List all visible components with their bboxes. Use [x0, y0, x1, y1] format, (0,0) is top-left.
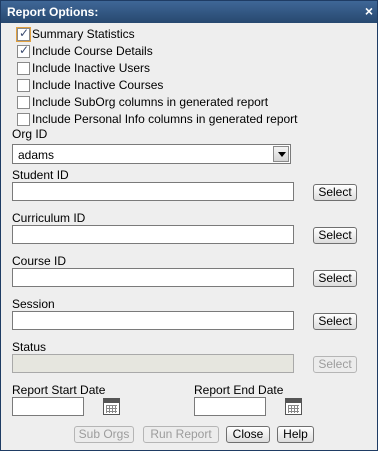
report-end-date-label: Report End Date — [194, 383, 284, 397]
student-id-label: Student ID — [12, 168, 69, 182]
checkbox-summary-statistics[interactable] — [16, 26, 31, 42]
student-id-input[interactable] — [12, 182, 294, 201]
option-include-suborg-columns[interactable]: Include SubOrg columns in generated repo… — [17, 94, 268, 110]
curriculum-select-button[interactable]: Select — [313, 227, 357, 244]
org-id-value: adams — [18, 148, 55, 162]
option-summary-statistics[interactable]: Summary Statistics — [16, 26, 135, 42]
curriculum-id-input[interactable] — [12, 225, 294, 244]
option-include-inactive-users[interactable]: Include Inactive Users — [17, 60, 150, 76]
close-icon[interactable]: × — [365, 3, 373, 19]
checkbox-include-inactive-courses[interactable] — [17, 78, 30, 92]
report-start-date-input[interactable] — [12, 397, 84, 416]
checkbox-include-suborg-columns[interactable] — [17, 95, 30, 109]
option-label: Include Inactive Users — [32, 61, 151, 75]
curriculum-id-label: Curriculum ID — [12, 211, 86, 225]
checkbox-include-inactive-users[interactable] — [17, 61, 30, 75]
report-start-date-label: Report Start Date — [12, 383, 106, 397]
start-date-calendar-icon[interactable] — [103, 398, 120, 415]
dialog-title: Report Options: — [7, 5, 99, 19]
status-input — [12, 354, 294, 373]
session-input[interactable] — [12, 311, 294, 330]
title-bar[interactable]: Report Options: × — [1, 1, 377, 23]
status-select-button: Select — [313, 356, 357, 373]
session-select-button[interactable]: Select — [313, 313, 357, 330]
chevron-down-icon[interactable] — [273, 146, 289, 162]
close-button[interactable]: Close — [226, 426, 270, 443]
end-date-calendar-icon[interactable] — [285, 398, 302, 415]
course-id-label: Course ID — [12, 254, 67, 268]
org-id-select[interactable]: adams — [12, 144, 291, 164]
option-label: Include Personal Info columns in generat… — [32, 112, 298, 126]
org-id-label: Org ID — [12, 127, 48, 141]
course-id-input[interactable] — [12, 268, 294, 287]
option-label: Include Course Details — [32, 44, 153, 58]
sub-orgs-button: Sub Orgs — [74, 426, 134, 443]
course-select-button[interactable]: Select — [313, 270, 357, 287]
run-report-button: Run Report — [143, 426, 219, 443]
option-label: Summary Statistics — [32, 27, 135, 41]
session-label: Session — [12, 297, 55, 311]
checkbox-include-personal-info-columns[interactable] — [17, 112, 30, 126]
help-button[interactable]: Help — [277, 426, 314, 443]
option-label: Include SubOrg columns in generated repo… — [32, 95, 269, 109]
report-end-date-input[interactable] — [194, 397, 266, 416]
option-include-inactive-courses[interactable]: Include Inactive Courses — [17, 77, 163, 93]
option-label: Include Inactive Courses — [32, 78, 164, 92]
checkbox-include-course-details[interactable] — [17, 43, 30, 58]
student-select-button[interactable]: Select — [313, 184, 357, 201]
status-label: Status — [12, 340, 47, 354]
option-include-course-details[interactable]: Include Course Details — [17, 43, 153, 59]
option-include-personal-info-columns[interactable]: Include Personal Info columns in generat… — [17, 111, 298, 127]
report-options-dialog: Report Options: × Summary Statistics Inc… — [0, 0, 378, 451]
